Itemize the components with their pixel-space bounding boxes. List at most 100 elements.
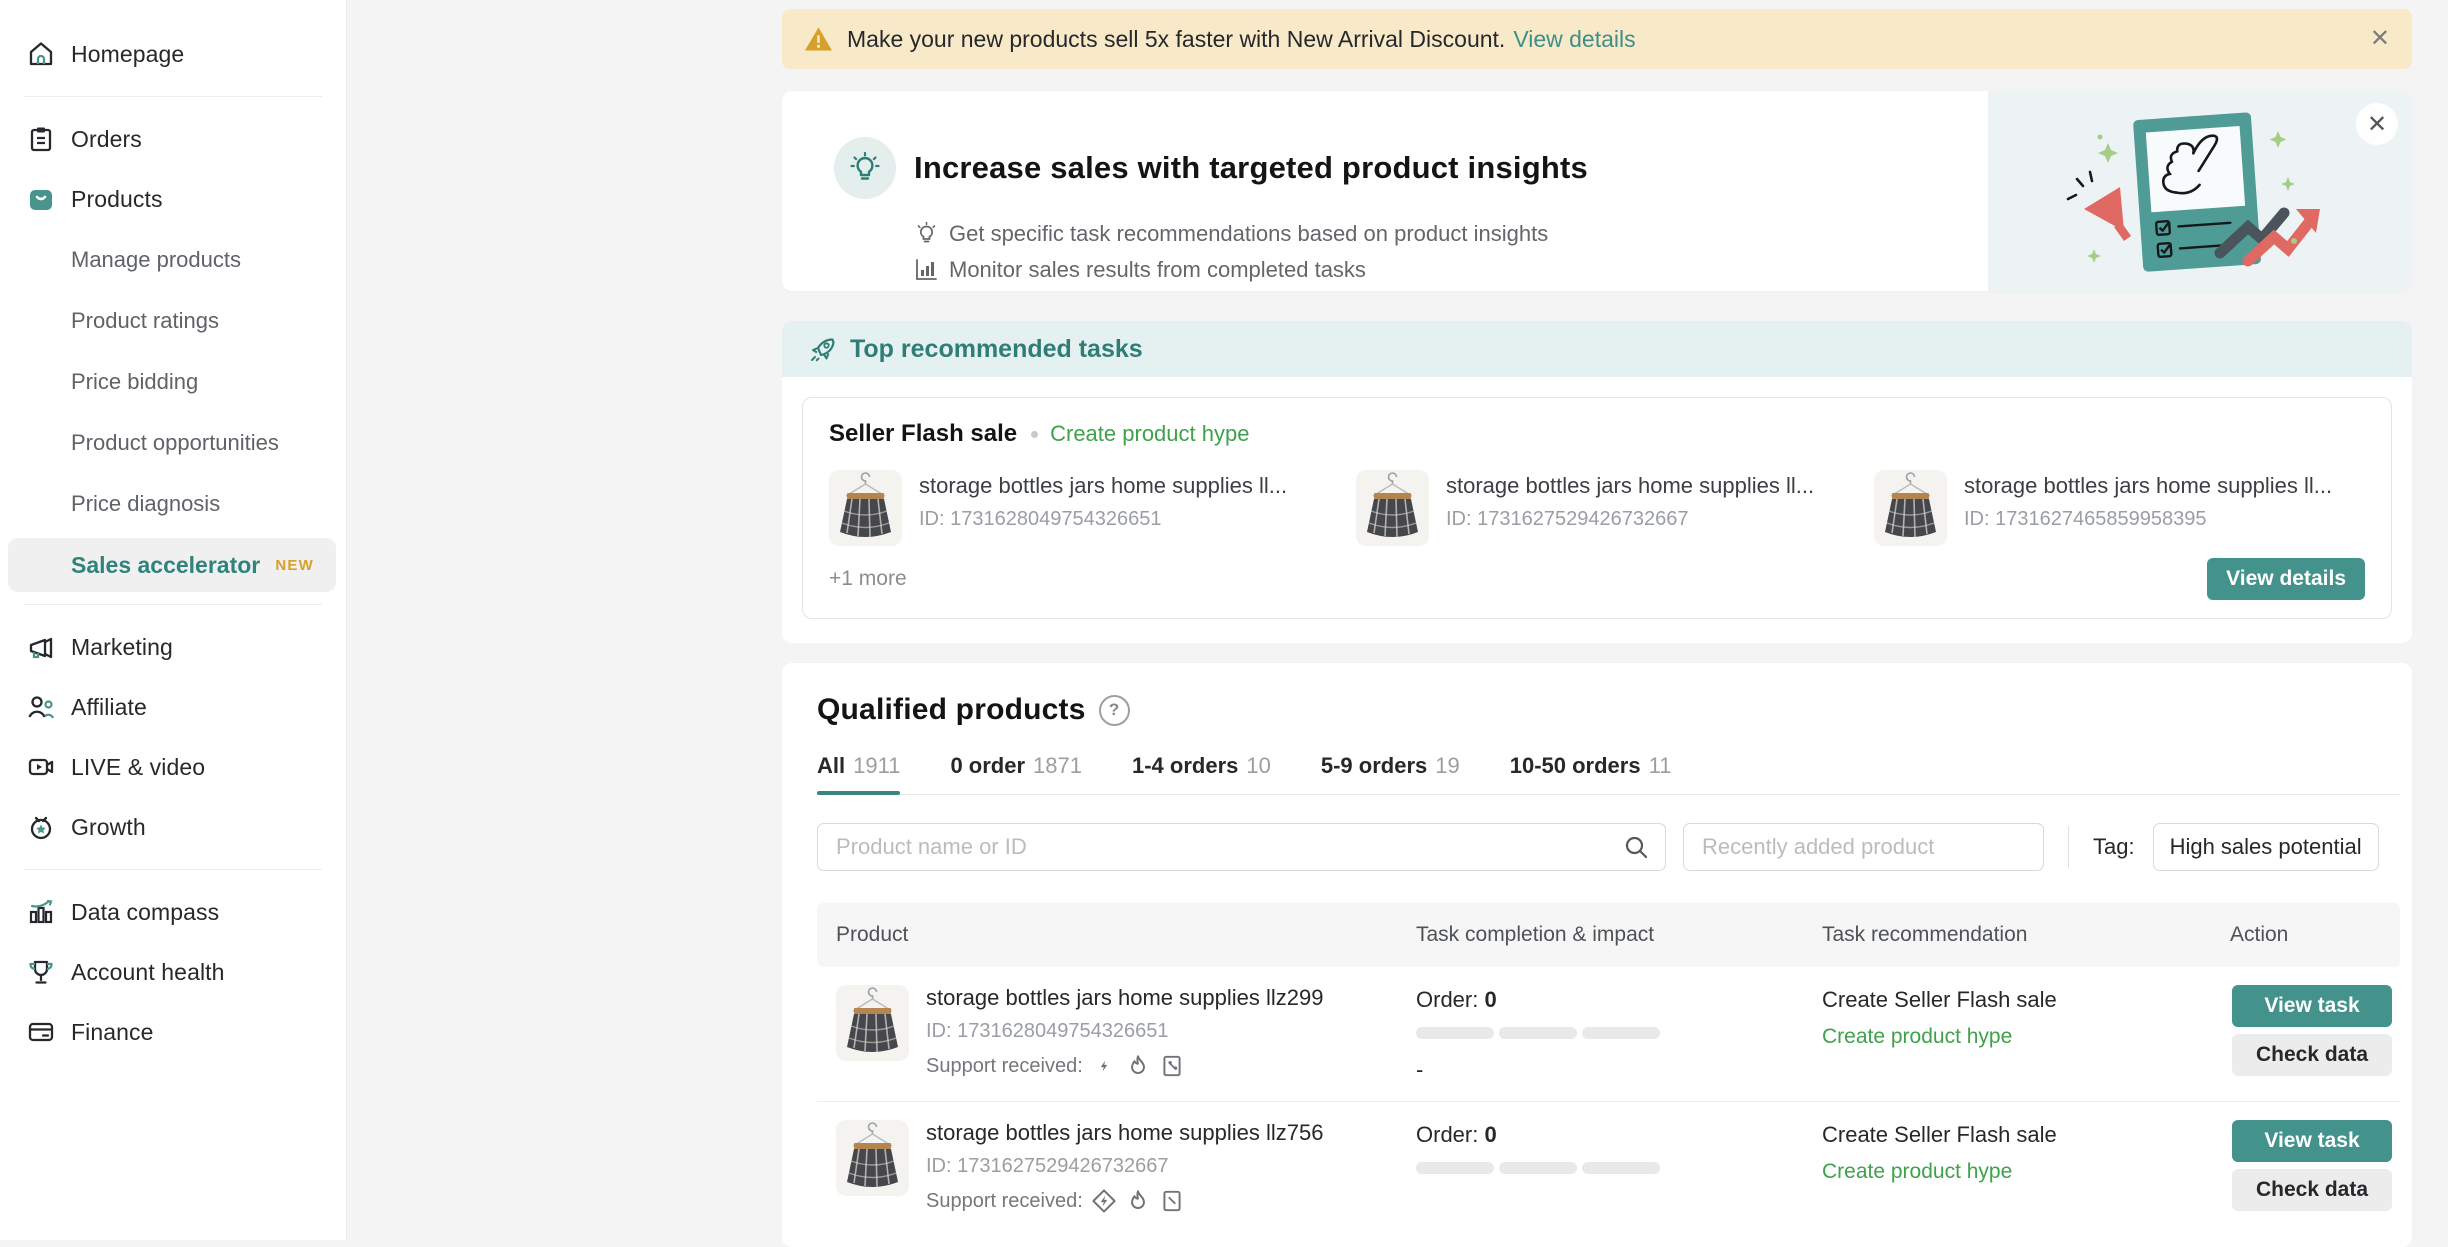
table-row: storage bottles jars home supplies llz75… <box>817 1102 2400 1232</box>
sidebar-item-data-compass[interactable]: Data compass <box>0 882 346 942</box>
product-id: ID: 1731627529426732667 <box>926 1155 1323 1178</box>
order-filter-tabs: All 1911 0 order 1871 1-4 orders 10 5-9 … <box>817 753 2400 795</box>
insights-illustration: ✕ <box>1988 91 2412 291</box>
view-details-button[interactable]: View details <box>2207 558 2365 600</box>
help-icon[interactable]: ? <box>1099 695 1130 726</box>
sidebar: Homepage Orders Products Manage products… <box>0 0 347 1240</box>
check-data-button[interactable]: Check data <box>2232 1169 2392 1211</box>
bullet-text: Monitor sales results from completed tas… <box>949 257 1366 283</box>
sidebar-item-account-health[interactable]: Account health <box>0 942 346 1002</box>
sort-select-value: Recently added product <box>1702 834 2007 860</box>
product-name: storage bottles jars home supplies llz75… <box>926 1120 1323 1146</box>
sidebar-divider <box>24 96 322 97</box>
banner-view-details-link[interactable]: View details <box>1513 26 1635 53</box>
close-icon[interactable]: ✕ <box>2370 27 2390 51</box>
orders-icon <box>24 122 58 156</box>
search-input[interactable] <box>818 834 1615 860</box>
tab-label: 5-9 orders <box>1321 753 1427 779</box>
product-id: ID: 1731627465859958395 <box>1964 508 2332 531</box>
warning-icon <box>804 26 833 52</box>
bar-chart-icon <box>24 895 58 929</box>
users-icon <box>24 690 58 724</box>
tab-10-50-orders[interactable]: 10-50 orders 11 <box>1510 753 1672 794</box>
tab-label: 10-50 orders <box>1510 753 1641 779</box>
sidebar-item-product-opportunities[interactable]: Product opportunities <box>0 412 346 473</box>
tab-label: 1-4 orders <box>1132 753 1238 779</box>
create-product-hype-link[interactable]: Create product hype <box>1822 1160 2230 1184</box>
task-recommendation: Create Seller Flash sale <box>1822 987 2230 1013</box>
tab-5-9-orders[interactable]: 5-9 orders 19 <box>1321 753 1460 794</box>
sidebar-item-orders[interactable]: Orders <box>0 109 346 169</box>
sidebar-item-live-video[interactable]: LIVE & video <box>0 737 346 797</box>
sidebar-item-label: Account health <box>71 959 225 986</box>
sidebar-item-price-bidding[interactable]: Price bidding <box>0 351 346 412</box>
table-header: Product Task completion & impact Task re… <box>817 903 2400 967</box>
tab-count: 1871 <box>1033 753 1082 779</box>
bullet-text: Get specific task recommendations based … <box>949 221 1548 247</box>
tab-label: All <box>817 753 845 779</box>
sidebar-item-products[interactable]: Products <box>0 169 346 229</box>
flash-product-item[interactable]: storage bottles jars home supplies ll...… <box>1356 470 1874 546</box>
create-product-hype-link[interactable]: Create product hype <box>1822 1025 2230 1049</box>
credit-card-icon <box>24 1015 58 1049</box>
sidebar-item-growth[interactable]: Growth <box>0 797 346 857</box>
insights-bullet: Monitor sales results from completed tas… <box>914 257 1982 283</box>
tab-count: 10 <box>1246 753 1270 779</box>
sidebar-item-sales-accelerator[interactable]: Sales accelerator NEW <box>8 538 336 592</box>
new-badge: NEW <box>275 557 314 574</box>
tab-count: 1911 <box>853 753 900 779</box>
recommended-tasks-section: Top recommended tasks Seller Flash sale … <box>782 321 2412 643</box>
rocket-icon <box>808 334 838 364</box>
tab-0-order[interactable]: 0 order 1871 <box>950 753 1082 794</box>
column-header-action: Action <box>2230 923 2392 947</box>
task-recommendation: Create Seller Flash sale <box>1822 1122 2230 1148</box>
chevron-down-icon <box>2007 837 2027 857</box>
growth-icon <box>24 810 58 844</box>
megaphone-icon <box>24 630 58 664</box>
sidebar-item-label: Sales accelerator <box>71 552 260 579</box>
tag-filter-value[interactable]: High sales potential <box>2153 823 2379 871</box>
coupon-icon <box>1159 1053 1185 1079</box>
support-received-label: Support received: <box>926 1190 1083 1213</box>
product-image <box>1356 470 1429 546</box>
close-icon[interactable]: ✕ <box>2356 103 2398 145</box>
tasks-section-title: Top recommended tasks <box>850 335 1143 364</box>
product-id: ID: 1731628049754326651 <box>926 1020 1323 1043</box>
tab-count: 19 <box>1435 753 1459 779</box>
sidebar-item-label: Products <box>71 186 163 213</box>
lightbulb-icon <box>834 137 896 199</box>
sort-select[interactable]: Recently added product <box>1683 823 2044 871</box>
search-icon[interactable] <box>1623 834 1649 860</box>
sidebar-item-product-ratings[interactable]: Product ratings <box>0 290 346 351</box>
check-data-button[interactable]: Check data <box>2232 1034 2392 1076</box>
product-image <box>1874 470 1947 546</box>
product-id: ID: 1731628049754326651 <box>919 508 1287 531</box>
flash-sale-icon <box>1091 1053 1117 1079</box>
tab-all[interactable]: All 1911 <box>817 753 900 794</box>
sidebar-item-manage-products[interactable]: Manage products <box>0 229 346 290</box>
insights-card: Increase sales with targeted product ins… <box>782 91 2412 291</box>
product-image <box>836 985 909 1061</box>
sidebar-item-label: Marketing <box>71 634 173 661</box>
sidebar-item-price-diagnosis[interactable]: Price diagnosis <box>0 473 346 534</box>
sidebar-item-affiliate[interactable]: Affiliate <box>0 677 346 737</box>
main-content: Make your new products sell 5x faster wi… <box>782 0 2412 1247</box>
sidebar-item-finance[interactable]: Finance <box>0 1002 346 1062</box>
view-task-button[interactable]: View task <box>2232 1120 2392 1162</box>
flash-product-item[interactable]: storage bottles jars home supplies ll...… <box>829 470 1356 546</box>
flash-product-item[interactable]: storage bottles jars home supplies ll...… <box>1874 470 2365 546</box>
sidebar-divider <box>24 604 322 605</box>
sidebar-item-label: Growth <box>71 814 146 841</box>
home-icon <box>24 37 58 71</box>
view-task-button[interactable]: View task <box>2232 985 2392 1027</box>
insights-bullet: Get specific task recommendations based … <box>914 221 1982 247</box>
sidebar-item-label: Orders <box>71 126 142 153</box>
create-product-hype-link[interactable]: Create product hype <box>1050 421 1249 447</box>
sidebar-item-homepage[interactable]: Homepage <box>0 24 346 84</box>
sidebar-item-marketing[interactable]: Marketing <box>0 617 346 677</box>
tab-1-4-orders[interactable]: 1-4 orders 10 <box>1132 753 1271 794</box>
more-products-label: +1 more <box>829 567 907 591</box>
impact-value: - <box>1416 1057 1822 1083</box>
qualified-products-title: Qualified products <box>817 693 1086 727</box>
column-header-task-recommendation: Task recommendation <box>1822 923 2230 947</box>
